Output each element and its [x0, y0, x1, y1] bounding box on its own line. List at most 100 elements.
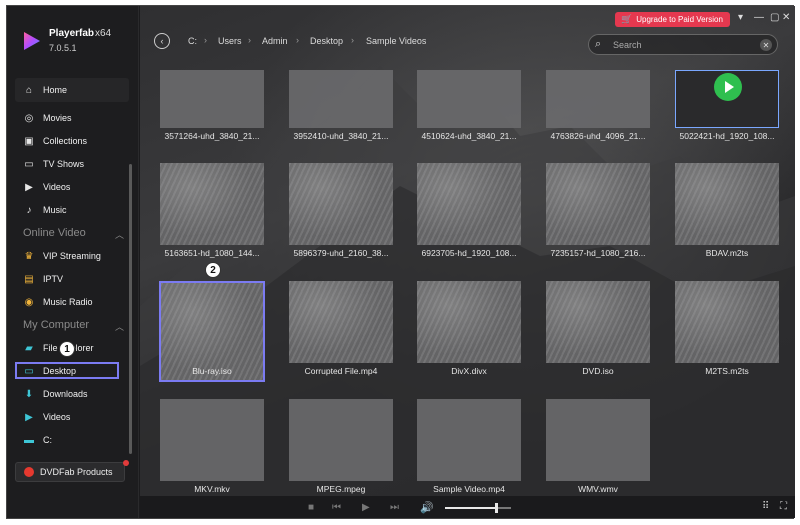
breadcrumb-users[interactable]: Users — [218, 36, 242, 46]
breadcrumb-admin[interactable]: Admin — [262, 36, 288, 46]
sidebar-item-label: Collections — [43, 136, 88, 146]
file-name: MKV.mkv — [194, 484, 230, 494]
grid-view-icon[interactable]: ⠿ — [762, 501, 769, 512]
video-thumbnail[interactable] — [289, 399, 393, 481]
video-thumbnail-playing[interactable] — [675, 70, 779, 128]
file-name: 7235157-hd_1080_216... — [550, 248, 646, 258]
video-thumbnail[interactable] — [417, 281, 521, 363]
folder-icon: ▰ — [25, 342, 33, 354]
file-name: WMV.wmv — [578, 484, 618, 494]
next-icon[interactable]: ⏭ — [390, 502, 399, 513]
vip-crown-icon: ♛ — [24, 250, 34, 262]
video-thumbnail[interactable] — [675, 163, 779, 245]
video-thumbnail[interactable] — [160, 70, 264, 128]
back-button[interactable]: ‹ — [154, 33, 170, 49]
clear-search-icon[interactable]: ✕ — [760, 39, 772, 51]
sidebar-item-label: Desktop — [43, 366, 77, 376]
file-name: Blu-ray.iso — [192, 366, 232, 376]
sidebar-item-label: TV Shows — [43, 159, 85, 169]
sidebar-item-drive-c[interactable]: ▬ C: — [15, 430, 129, 450]
player-control-bar: ■ ⏮ ▶ ⏭ 🔊 ⠿ ⛶ — [140, 496, 795, 518]
video-thumbnail[interactable] — [417, 163, 521, 245]
previous-icon[interactable]: ⏮ — [332, 502, 341, 513]
notification-dot — [123, 460, 129, 466]
sidebar-item-tv-shows[interactable]: ▭ TV Shows — [15, 154, 129, 174]
menu-dropdown-icon[interactable]: ▾ — [738, 12, 743, 23]
sidebar-item-label: Downloads — [43, 389, 88, 399]
sidebar-item-label: VIP Streaming — [43, 251, 101, 261]
breadcrumb-desktop[interactable]: Desktop — [310, 36, 343, 46]
maximize-icon[interactable]: ▢ — [770, 12, 779, 23]
chevron-up-icon[interactable]: ︿ — [115, 320, 124, 333]
section-title-my-computer: My Computer — [23, 319, 90, 331]
sidebar-item-music[interactable]: ♪ Music — [15, 200, 129, 220]
volume-icon[interactable]: 🔊 — [420, 501, 434, 514]
file-name: 5022421-hd_1920_108... — [679, 131, 775, 141]
minimize-icon[interactable]: — — [754, 12, 764, 23]
file-name: M2TS.m2ts — [705, 366, 749, 376]
app-window: Playerfab x64 7.0.5.1 ⌂ Home ◎ Movies ▣ … — [6, 5, 795, 519]
file-name: DVD.iso — [582, 366, 614, 376]
sidebar-item-label: Movies — [43, 113, 72, 123]
video-thumbnail[interactable] — [160, 163, 264, 245]
search-icon: ⌕ — [595, 38, 602, 50]
cart-icon: 🛒 — [621, 14, 633, 24]
download-icon: ⬇ — [24, 388, 34, 400]
dvdfab-products-button[interactable]: DVDFab Products — [15, 462, 125, 482]
video-thumbnail[interactable] — [546, 163, 650, 245]
video-thumbnail[interactable] — [289, 70, 393, 128]
breadcrumb-c[interactable]: C: — [188, 36, 197, 46]
video-thumbnail[interactable] — [546, 399, 650, 481]
play-icon[interactable]: ▶ — [362, 502, 370, 513]
stop-icon[interactable]: ■ — [308, 502, 314, 513]
tv-icon: ▭ — [24, 158, 34, 170]
sidebar-item-desktop[interactable]: ▭ Desktop — [15, 361, 129, 381]
breadcrumb-sample-videos[interactable]: Sample Videos — [366, 36, 426, 46]
app-name: Playerfab — [49, 28, 95, 39]
video-thumbnail[interactable] — [160, 399, 264, 481]
sidebar-item-vip-streaming[interactable]: ♛ VIP Streaming — [15, 246, 129, 266]
sidebar-item-music-radio[interactable]: ◉ Music Radio — [15, 292, 129, 312]
sidebar-item-label: Music — [43, 205, 67, 215]
callout-marker-1: 1 — [59, 341, 75, 357]
search-input[interactable] — [613, 38, 753, 52]
chevron-up-icon[interactable]: ︿ — [115, 228, 124, 241]
iptv-icon: ▤ — [24, 273, 34, 285]
sidebar-item-label: Videos — [43, 182, 71, 192]
sidebar-item-label: Home — [43, 85, 68, 95]
video-thumbnail[interactable] — [546, 70, 650, 128]
file-name: 3571264-uhd_3840_21... — [164, 131, 260, 141]
sidebar-item-label: C: — [43, 435, 52, 445]
fullscreen-icon[interactable]: ⛶ — [780, 501, 787, 512]
video-thumbnail[interactable] — [417, 399, 521, 481]
upgrade-label: Upgrade to Paid Version — [636, 15, 723, 24]
sidebar-item-videos[interactable]: ▶ Videos — [15, 177, 129, 197]
volume-handle[interactable] — [495, 503, 499, 513]
sidebar-item-collections[interactable]: ▣ Collections — [15, 131, 129, 151]
sidebar-item-movies[interactable]: ◎ Movies — [15, 108, 129, 128]
sidebar-item-label: Music Radio — [43, 297, 93, 307]
app-arch: x64 — [95, 28, 112, 39]
dvdfab-logo-icon — [24, 467, 34, 477]
sidebar-item-iptv[interactable]: ▤ IPTV — [15, 269, 129, 289]
sidebar-item-videos-folder[interactable]: ▶ Videos — [15, 407, 129, 427]
sidebar-scrollbar[interactable] — [129, 164, 132, 454]
sidebar-item-label: IPTV — [43, 274, 64, 284]
upgrade-button[interactable]: 🛒 Upgrade to Paid Version — [615, 12, 730, 27]
drive-icon: ▬ — [24, 434, 34, 446]
file-name: Sample Video.mp4 — [433, 484, 505, 494]
desktop-icon: ▭ — [24, 365, 34, 377]
video-thumbnail[interactable] — [417, 70, 521, 128]
chevron-right-icon: › — [351, 35, 354, 45]
video-thumbnail[interactable] — [289, 281, 393, 363]
sidebar-item-home-row[interactable]: ⌂ Home — [15, 80, 129, 100]
sidebar-item-downloads[interactable]: ⬇ Downloads — [15, 384, 129, 404]
volume-slider[interactable] — [445, 503, 511, 513]
video-thumbnail[interactable] — [675, 281, 779, 363]
video-thumbnail[interactable] — [289, 163, 393, 245]
play-icon[interactable] — [714, 73, 742, 101]
app-version: 7.0.5.1 — [49, 43, 77, 53]
close-icon[interactable]: ✕ — [782, 12, 790, 23]
video-thumbnail[interactable] — [546, 281, 650, 363]
file-name: Corrupted File.mp4 — [304, 366, 378, 376]
